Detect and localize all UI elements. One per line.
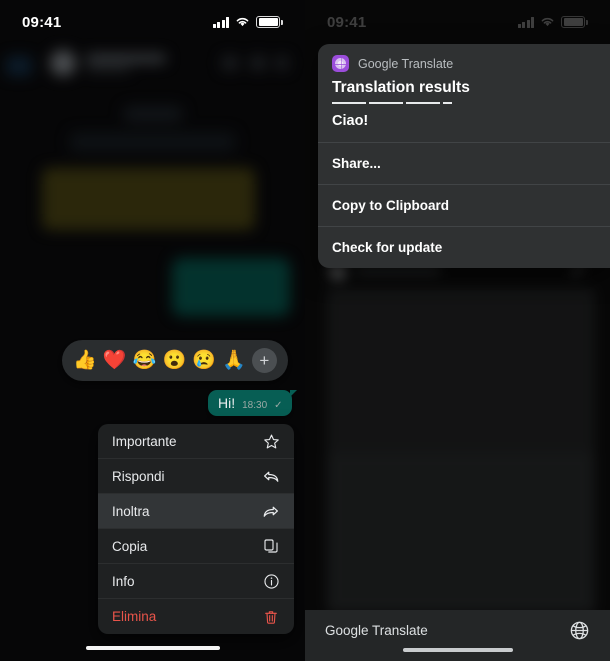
context-menu-item-inoltra[interactable]: Inoltra bbox=[98, 494, 294, 529]
message-delivery-check-icon: ✓ bbox=[274, 400, 283, 411]
wifi-icon bbox=[237, 18, 249, 27]
translate-popup-header: Google Translate bbox=[318, 44, 610, 78]
cry-reaction[interactable]: 😢 bbox=[192, 351, 216, 370]
joy-reaction[interactable]: 😂 bbox=[133, 351, 157, 370]
translate-app-name: Google Translate bbox=[358, 56, 454, 71]
message-timestamp: 18:30 bbox=[242, 400, 268, 411]
wifi-icon bbox=[542, 18, 554, 27]
check-for-update-action[interactable]: Check for update bbox=[318, 227, 610, 268]
share-action[interactable]: Share... bbox=[318, 143, 610, 184]
globe-icon[interactable] bbox=[569, 620, 590, 641]
right-phone-screen: 09:41 Google Translate Translation resul… bbox=[305, 0, 610, 661]
battery-icon bbox=[256, 16, 283, 28]
status-icons bbox=[212, 16, 283, 28]
emoji-reaction-bar[interactable]: 👍 ❤️ 😂 😮 😢 🙏 + bbox=[62, 340, 288, 381]
surprised-reaction[interactable]: 😮 bbox=[162, 351, 186, 370]
translate-popup-title: Translation results bbox=[332, 79, 470, 96]
status-icons bbox=[517, 16, 588, 28]
context-menu-item-info[interactable]: Info bbox=[98, 564, 294, 599]
context-menu-label: Elimina bbox=[112, 609, 157, 624]
forward-icon bbox=[262, 502, 280, 520]
bottom-bar-label: Google Translate bbox=[325, 623, 428, 638]
battery-icon bbox=[561, 16, 588, 28]
trash-icon bbox=[262, 608, 280, 626]
status-time: 09:41 bbox=[22, 13, 62, 31]
translation-result-text: Ciao! bbox=[332, 113, 369, 129]
cellular-signal-icon bbox=[517, 16, 535, 28]
left-status-bar: 09:41 bbox=[0, 0, 305, 44]
reply-icon bbox=[262, 467, 280, 485]
copy-to-clipboard-action[interactable]: Copy to Clipboard bbox=[318, 185, 610, 226]
screenshot-root: 09:41 👍 ❤️ 😂 😮 😢 🙏 + Hi! 18:30 ✓ Importa… bbox=[0, 0, 610, 661]
left-home-indicator[interactable] bbox=[85, 645, 220, 650]
context-menu-item-copia[interactable]: Copia bbox=[98, 529, 294, 564]
translate-bottom-bar[interactable]: Google Translate bbox=[305, 610, 610, 661]
context-menu-label: Rispondi bbox=[112, 468, 165, 484]
message-text: Hi! bbox=[218, 395, 236, 411]
right-status-bar: 09:41 bbox=[305, 0, 610, 44]
context-menu-label: Inoltra bbox=[112, 503, 150, 519]
google-translate-icon bbox=[332, 55, 349, 72]
context-menu-label: Importante bbox=[112, 433, 177, 449]
context-menu-item-elimina[interactable]: Elimina bbox=[98, 599, 294, 634]
pray-reaction[interactable]: 🙏 bbox=[222, 351, 246, 370]
left-phone-screen: 09:41 👍 ❤️ 😂 😮 😢 🙏 + Hi! 18:30 ✓ Importa… bbox=[0, 0, 305, 661]
context-menu-item-rispondi[interactable]: Rispondi bbox=[98, 459, 294, 494]
google-translate-popup[interactable]: Google Translate Translation results Cia… bbox=[318, 44, 610, 268]
context-menu-label: Info bbox=[112, 573, 135, 589]
add-reaction-button[interactable]: + bbox=[251, 348, 277, 373]
outgoing-message-bubble[interactable]: Hi! 18:30 ✓ bbox=[208, 390, 297, 416]
cellular-signal-icon bbox=[212, 16, 230, 28]
context-menu-item-importante[interactable]: Importante bbox=[98, 424, 294, 459]
heart-reaction[interactable]: ❤️ bbox=[103, 351, 127, 370]
star-icon bbox=[262, 432, 280, 450]
status-time: 09:41 bbox=[327, 13, 367, 31]
right-home-indicator[interactable] bbox=[402, 647, 513, 652]
copy-icon bbox=[262, 537, 280, 555]
context-menu-label: Copia bbox=[112, 538, 148, 554]
message-context-menu[interactable]: Importante Rispondi Inoltra Copia Info E… bbox=[98, 424, 294, 634]
info-icon bbox=[262, 572, 280, 590]
thumbs-up-reaction[interactable]: 👍 bbox=[73, 351, 97, 370]
